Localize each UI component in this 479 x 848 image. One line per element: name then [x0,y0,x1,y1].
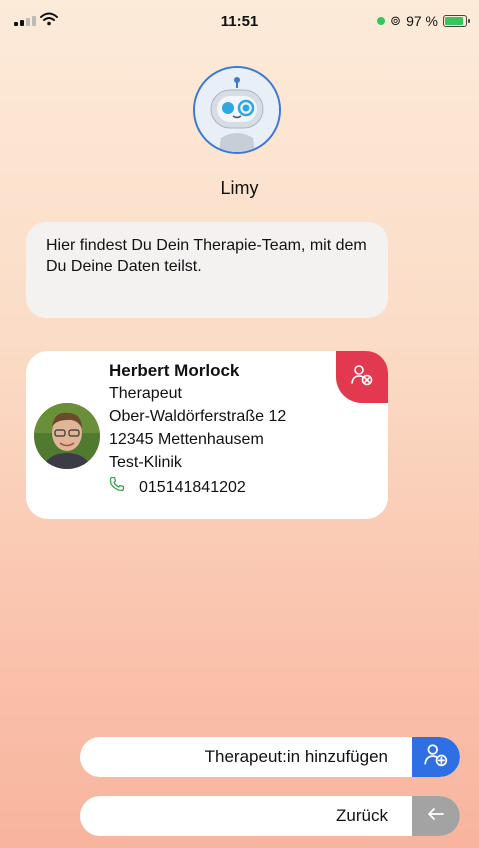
therapist-street: Ober-Waldörferstraße 12 [109,408,287,425]
add-therapist-label: Therapeut:in hinzufügen [204,747,388,766]
back-button[interactable]: Zurück [80,796,460,836]
status-bar: 11:51 ⊚ 97 % [0,0,479,44]
orientation-lock-icon: ⊚ [390,13,402,28]
assistant-avatar [193,66,281,154]
battery-percent: 97 % [406,13,438,29]
add-therapist-icon-box[interactable] [412,737,460,777]
user-remove-icon [350,363,374,392]
therapist-role: Therapeut [109,385,182,402]
therapist-name: Herbert Morlock [109,361,240,380]
assistant-name: Limy [220,178,259,198]
back-icon-box[interactable] [412,796,460,836]
arrow-left-icon [425,803,447,830]
therapist-clinic: Test-Klinik [109,454,182,471]
privacy-indicator-dot [377,17,386,25]
therapist-phone-row[interactable]: 015141841202 [109,476,286,499]
user-add-icon [423,742,449,773]
therapist-details: Herbert Morlock Therapeut Ober-Waldörfer… [109,359,286,499]
remove-therapist-button[interactable] [336,351,388,403]
therapist-phone: 015141841202 [139,479,246,496]
therapist-card[interactable]: Herbert Morlock Therapeut Ober-Waldörfer… [26,351,388,519]
battery-icon [443,15,470,27]
therapist-city: 12345 Mettenhausem [109,431,264,448]
phone-icon [109,476,125,499]
add-therapist-button[interactable]: Therapeut:in hinzufügen [80,737,460,777]
assistant-message-bubble: Hier findest Du Dein Therapie-Team, mit … [26,222,388,318]
status-right: ⊚ 97 % [377,13,470,29]
back-label: Zurück [336,806,388,825]
therapist-photo [34,403,100,469]
